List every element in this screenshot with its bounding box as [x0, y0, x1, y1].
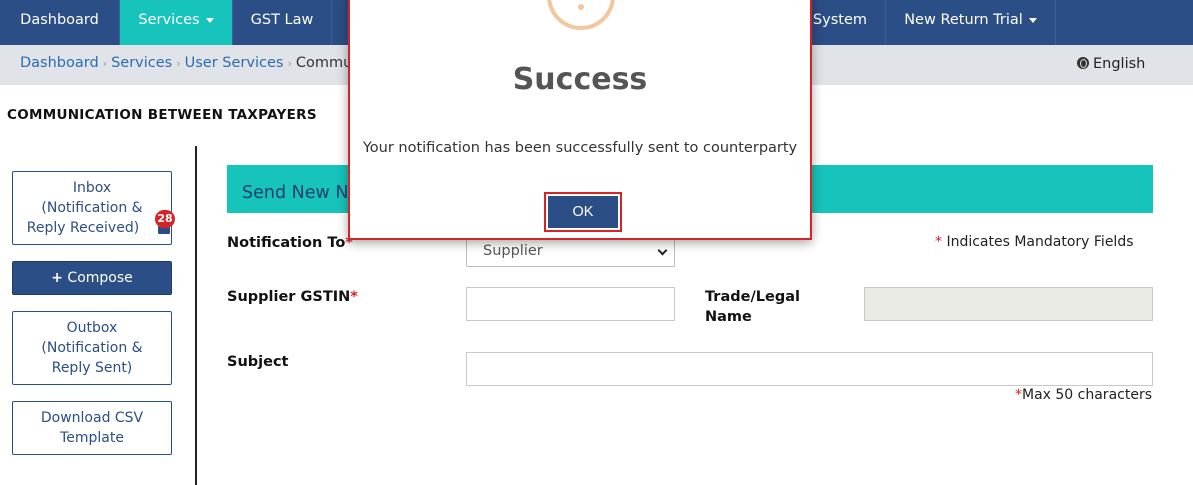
breadcrumb-user-services[interactable]: User Services [185, 55, 284, 71]
mandatory-note: * Indicates Mandatory Fields [935, 234, 1134, 250]
trade-legal-name-line2: Name [705, 309, 752, 325]
trade-legal-name-label: Trade/Legal Name [705, 287, 800, 327]
breadcrumb-separator-icon: › [102, 57, 108, 70]
breadcrumb-separator-icon: › [176, 57, 181, 70]
trade-legal-name-field [864, 287, 1153, 321]
caret-down-icon [205, 17, 214, 23]
supplier-gstin-text: Supplier GSTIN [227, 289, 351, 305]
breadcrumb-services[interactable]: Services [111, 55, 172, 71]
dialog-message: Your notification has been successfully … [362, 140, 798, 156]
nav-services[interactable]: Services [120, 0, 233, 45]
notification-to-label: Notification To* [227, 233, 353, 253]
mandatory-note-text: Indicates Mandatory Fields [946, 234, 1134, 250]
supplier-gstin-label: Supplier GSTIN* [227, 287, 358, 307]
outbox-button[interactable]: Outbox (Notification & Reply Sent) [12, 311, 172, 385]
nav-services-label: Services [138, 12, 200, 28]
language-selector[interactable]: English [1077, 56, 1145, 72]
csv-label-line1: Download CSV [40, 410, 144, 426]
breadcrumb-current: Commu [295, 55, 353, 71]
vertical-divider [195, 146, 197, 485]
chevron-down-icon [657, 245, 668, 256]
supplier-gstin-input[interactable] [466, 287, 675, 321]
inbox-label-line1: Inbox [72, 180, 112, 196]
outbox-label-line2: (Notification & [41, 340, 143, 356]
csv-label-line2: Template [60, 430, 124, 446]
breadcrumb: Dashboard › Services › User Services › Commu [20, 55, 352, 71]
plus-icon: + [51, 270, 63, 286]
inbox-count-badge: 28 [155, 210, 175, 228]
nav-new-return-trial-label: New Return Trial [904, 12, 1023, 28]
nav-system-label: System [812, 12, 867, 28]
breadcrumb-dashboard[interactable]: Dashboard [20, 55, 99, 71]
success-dialog: Success Your notification has been succe… [348, 0, 812, 240]
inbox-button[interactable]: Inbox (Notification & Reply Received) 28 [12, 171, 175, 245]
nav-gst-law-label: GST Law [250, 12, 314, 28]
notification-to-select[interactable]: Supplier [466, 236, 675, 267]
subject-label: Subject [227, 354, 289, 370]
exclamation-circle-icon [547, 0, 615, 30]
max-chars-text: Max 50 characters [1022, 387, 1152, 403]
inbox-label-line3: Reply Received) [26, 220, 140, 236]
breadcrumb-separator-icon: › [287, 57, 292, 70]
language-label: English [1093, 56, 1146, 72]
notification-to-text: Notification To [227, 235, 346, 251]
notification-to-value: Supplier [483, 243, 543, 259]
download-csv-template-button[interactable]: Download CSV Template [12, 401, 172, 455]
compose-button[interactable]: + Compose [12, 261, 172, 295]
max-chars-note: *Max 50 characters [1015, 387, 1152, 403]
outbox-label-line1: Outbox [66, 320, 118, 336]
globe-icon [1077, 57, 1089, 69]
outbox-label-line3: Reply Sent) [51, 360, 133, 376]
subject-input[interactable] [466, 352, 1153, 386]
ok-button[interactable]: OK [544, 192, 622, 232]
page-title: COMMUNICATION BETWEEN TAXPAYERS [7, 107, 317, 123]
inbox-label-line2: (Notification & [41, 200, 143, 216]
required-mark: * [935, 234, 942, 250]
nav-dashboard-label: Dashboard [20, 12, 99, 28]
nav-new-return-trial[interactable]: New Return Trial [886, 0, 1056, 45]
trade-legal-name-line1: Trade/Legal [705, 289, 800, 305]
nav-dashboard[interactable]: Dashboard [0, 0, 120, 45]
compose-label: Compose [67, 270, 133, 286]
dialog-title: Success [512, 62, 648, 97]
caret-down-icon [1028, 17, 1037, 23]
required-mark: * [1015, 387, 1022, 403]
required-mark: * [350, 289, 358, 305]
nav-system[interactable]: System [800, 0, 886, 45]
nav-gst-law[interactable]: GST Law [233, 0, 332, 45]
